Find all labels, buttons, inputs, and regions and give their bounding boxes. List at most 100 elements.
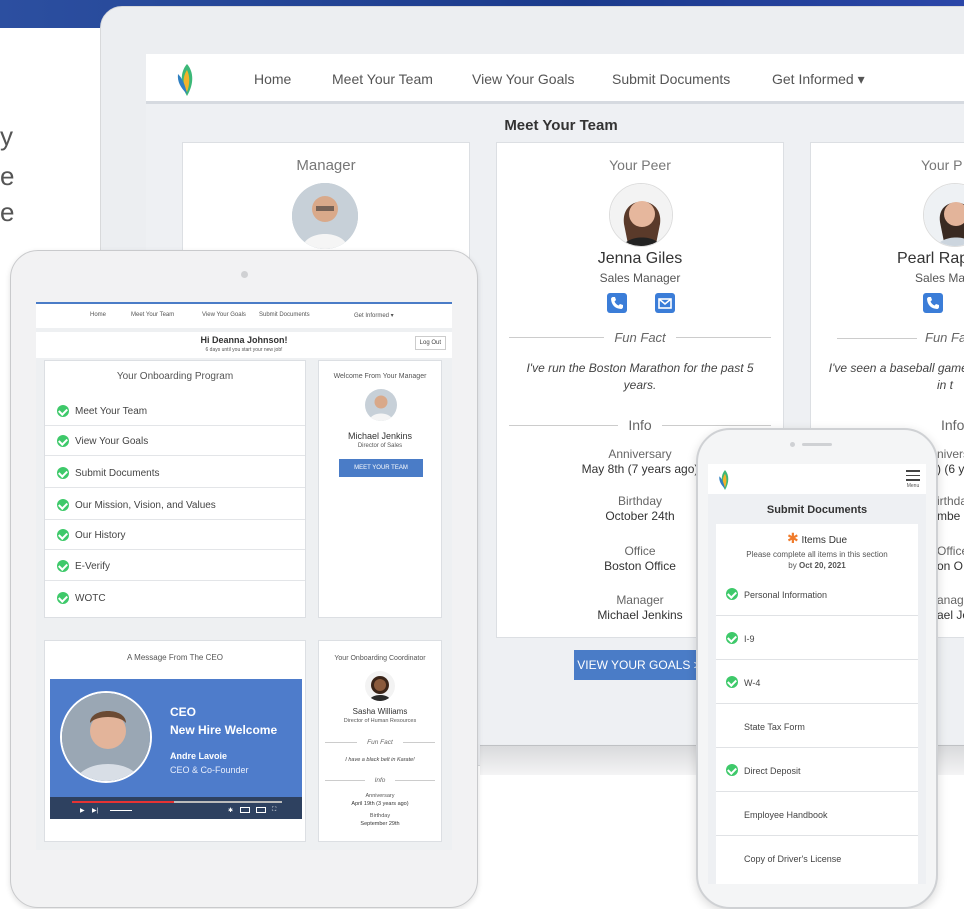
phone-icon[interactable] [923, 293, 943, 313]
list-item[interactable]: Meet Your Team [45, 396, 305, 426]
list-item[interactable]: Submit Documents [45, 458, 305, 488]
info-divider: Info [325, 777, 435, 784]
document-row[interactable]: Direct Deposit [716, 748, 918, 792]
leaf-logo-icon[interactable] [718, 470, 732, 490]
peer-2-role: Sales Mar [915, 271, 964, 285]
phone-screen: Menu Submit Documents ✱ Items Due Please… [708, 464, 926, 884]
info-label: Info [941, 417, 964, 433]
peer-2-avatar [923, 183, 964, 247]
list-item[interactable]: WOTC [45, 583, 305, 613]
document-label: Direct Deposit [744, 766, 801, 776]
manager-avatar [292, 183, 358, 249]
fun-fact-divider: Fun Fact [509, 330, 771, 345]
phone-camera [790, 442, 795, 447]
partial-info: ael Je [937, 608, 964, 622]
nav-view-your-goals[interactable]: View Your Goals [472, 71, 574, 87]
fun-fact-label: Fun Fact [614, 330, 666, 345]
ceo-video[interactable]: CEO New Hire Welcome Andre Lavoie CEO & … [50, 679, 302, 819]
menu-label: Menu [906, 482, 920, 489]
document-row[interactable]: Personal Information [716, 572, 918, 616]
nav-meet-your-team[interactable]: Meet Your Team [332, 71, 433, 87]
nav-submit-documents[interactable]: Submit Documents [612, 71, 730, 87]
bg-text-line: e [0, 161, 15, 191]
page-title: Meet Your Team [504, 117, 618, 134]
video-progress-fill [72, 801, 174, 803]
fullscreen-icon[interactable]: ⛶ [272, 807, 276, 814]
hamburger-icon [906, 470, 920, 472]
meet-your-team-button[interactable]: MEET YOUR TEAM [339, 459, 423, 477]
item-label: Meet Your Team [75, 406, 148, 417]
nav-view-your-goals[interactable]: View Your Goals [202, 312, 246, 318]
partial-info: nivers [937, 447, 964, 461]
greeting: Hi Deanna Johnson! [200, 335, 288, 345]
peer-2-fun-fact: I've seen a baseball game baseball stadi… [828, 361, 964, 392]
phone-speaker [802, 443, 832, 446]
leaf-logo-icon[interactable] [176, 64, 198, 96]
manager-name: Michael Jenkins [347, 431, 413, 441]
bg-text-line: y [0, 121, 13, 151]
nav-get-informed[interactable]: Get Informed ▾ [772, 71, 865, 88]
items-due-label: Items Due [801, 535, 848, 546]
document-label: State Tax Form [744, 722, 805, 732]
nav-get-informed[interactable]: Get Informed ▾ [354, 312, 394, 319]
nav-submit-documents[interactable]: Submit Documents [259, 312, 310, 318]
view-your-goals-button[interactable]: VIEW YOUR GOALS > [574, 650, 704, 680]
item-label: E-Verify [75, 561, 111, 572]
check-icon [726, 588, 738, 600]
settings-icon[interactable]: ✱ [228, 807, 233, 814]
document-row[interactable]: Employee Handbook [716, 792, 918, 836]
document-row[interactable]: Copy of Driver's License [716, 836, 918, 880]
fun-fact-divider: Fun Fact [325, 739, 435, 746]
tablet-screen: Home Meet Your Team View Your Goals Subm… [36, 302, 452, 850]
coordinator-avatar [365, 671, 395, 701]
manager-avatar [365, 389, 397, 421]
volume-slider[interactable] [110, 810, 132, 811]
partial-info: ) (6 y [937, 462, 964, 476]
coordinator-fun-fact: I have a black belt in Karate! [345, 757, 415, 763]
document-row[interactable]: W-4 [716, 660, 918, 704]
card-title: Your P [921, 157, 963, 173]
card-title: Manager [296, 157, 356, 174]
peer-avatar [609, 183, 673, 247]
fun-fact-label: Fun Fa [925, 330, 964, 345]
play-icon[interactable]: ▶ [80, 807, 85, 814]
captions-icon[interactable] [240, 807, 250, 813]
partial-info: Office [937, 544, 964, 558]
email-icon[interactable] [655, 293, 675, 313]
welcome-card: Welcome From Your Manager Michael Jenkin… [318, 360, 442, 618]
document-label: Personal Information [744, 590, 828, 600]
peer-fun-fact: I've run the Boston Marathon for the pas… [526, 361, 754, 392]
list-item[interactable]: View Your Goals [45, 426, 305, 456]
item-label: WOTC [75, 593, 106, 604]
list-item[interactable]: Our History [45, 520, 305, 550]
items-due-heading: ✱ Items Due [716, 530, 918, 547]
menu-button[interactable]: Menu [906, 470, 920, 489]
nav-home[interactable]: Home [254, 71, 291, 87]
phone-icon[interactable] [607, 293, 627, 313]
ceo-role: CEO & Co-Founder [170, 765, 249, 775]
card-title: Your Onboarding Program [116, 371, 234, 382]
theater-icon[interactable] [256, 807, 266, 813]
check-icon [57, 592, 69, 604]
list-item[interactable]: Our Mission, Vision, and Values [45, 490, 305, 520]
tablet-nav-bar: Home Meet Your Team View Your Goals Subm… [36, 302, 452, 328]
info-label: Info [628, 417, 652, 433]
tablet-camera [241, 271, 248, 278]
asterisk-icon: ✱ [786, 530, 799, 546]
video-title: New Hire Welcome [170, 723, 278, 737]
list-item[interactable]: E-Verify [45, 551, 305, 581]
ceo-message-card: A Message From The CEO CEO New Hire Welc… [44, 640, 306, 842]
peer-role: Sales Manager [599, 271, 681, 285]
nav-meet-your-team[interactable]: Meet Your Team [131, 312, 174, 318]
document-row[interactable]: State Tax Form [716, 704, 918, 748]
due-note: Please complete all items in this sectio… [746, 550, 888, 559]
document-label: Employee Handbook [744, 810, 828, 820]
nav-home[interactable]: Home [90, 312, 106, 318]
check-icon [57, 499, 69, 511]
log-out-button[interactable]: Log Out [414, 336, 446, 350]
ceo-name: Andre Lavoie [170, 751, 228, 761]
next-icon[interactable]: ▶| [92, 807, 98, 814]
due-by-label: by [788, 561, 797, 570]
document-row[interactable]: I-9 [716, 616, 918, 660]
video-label: CEO [170, 705, 197, 719]
